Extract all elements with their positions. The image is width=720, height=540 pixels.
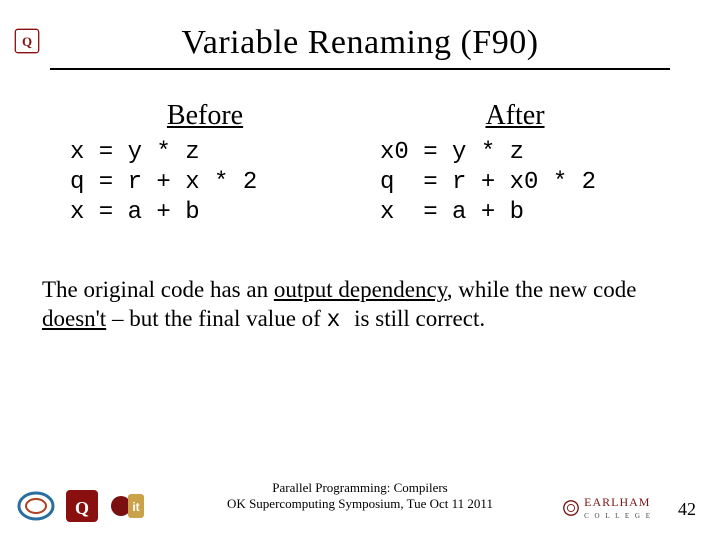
after-code: x0 = y * z q = r + x0 * 2 x = a + b bbox=[360, 138, 670, 228]
explanation-text: The original code has an output dependen… bbox=[42, 276, 678, 335]
ou-logo-icon: Q bbox=[14, 28, 40, 54]
oscer-logo-icon bbox=[16, 486, 56, 526]
footer-line2: OK Supercomputing Symposium, Tue Oct 11 … bbox=[227, 496, 493, 512]
earlham-seal-icon bbox=[562, 499, 580, 517]
svg-text:it: it bbox=[132, 500, 139, 514]
earlham-name: EARLHAM bbox=[584, 495, 650, 509]
explain-frag: The original code has an bbox=[42, 277, 274, 302]
earlham-sub: C O L L E G E bbox=[584, 512, 652, 520]
after-header: After bbox=[360, 100, 670, 132]
before-column: Before x = y * z q = r + x * 2 x = a + b bbox=[50, 100, 360, 228]
earlham-text: EARLHAM C O L L E G E bbox=[584, 496, 652, 520]
footer-text: Parallel Programming: Compilers OK Super… bbox=[227, 480, 493, 513]
explain-frag: is still correct. bbox=[354, 306, 485, 331]
before-header: Before bbox=[50, 100, 360, 132]
doesnt-term: doesn't bbox=[42, 306, 106, 331]
earlham-logo: EARLHAM C O L L E G E bbox=[562, 496, 652, 520]
before-code: x = y * z q = r + x * 2 x = a + b bbox=[50, 138, 360, 228]
title-rule bbox=[50, 68, 670, 70]
svg-text:Q: Q bbox=[75, 498, 89, 518]
footer: Q it Parallel Programming: Compilers OK … bbox=[0, 466, 720, 526]
ou-footer-logo-icon: Q bbox=[62, 486, 102, 526]
var-x-inline: x bbox=[327, 307, 355, 333]
explain-frag: , while the new code bbox=[447, 277, 637, 302]
output-dependency-term: output dependency bbox=[274, 277, 447, 302]
footer-line1: Parallel Programming: Compilers bbox=[227, 480, 493, 496]
footer-logos-left: Q it bbox=[16, 486, 148, 526]
explain-frag: – but the final value of bbox=[106, 306, 326, 331]
page-number: 42 bbox=[678, 499, 696, 520]
slide-title: Variable Renaming (F90) bbox=[40, 24, 680, 62]
after-column: After x0 = y * z q = r + x0 * 2 x = a + … bbox=[360, 100, 670, 228]
it-logo-icon: it bbox=[108, 486, 148, 526]
code-columns: Before x = y * z q = r + x * 2 x = a + b… bbox=[40, 100, 680, 228]
slide: Q Variable Renaming (F90) Before x = y *… bbox=[0, 0, 720, 540]
svg-text:Q: Q bbox=[22, 34, 32, 49]
